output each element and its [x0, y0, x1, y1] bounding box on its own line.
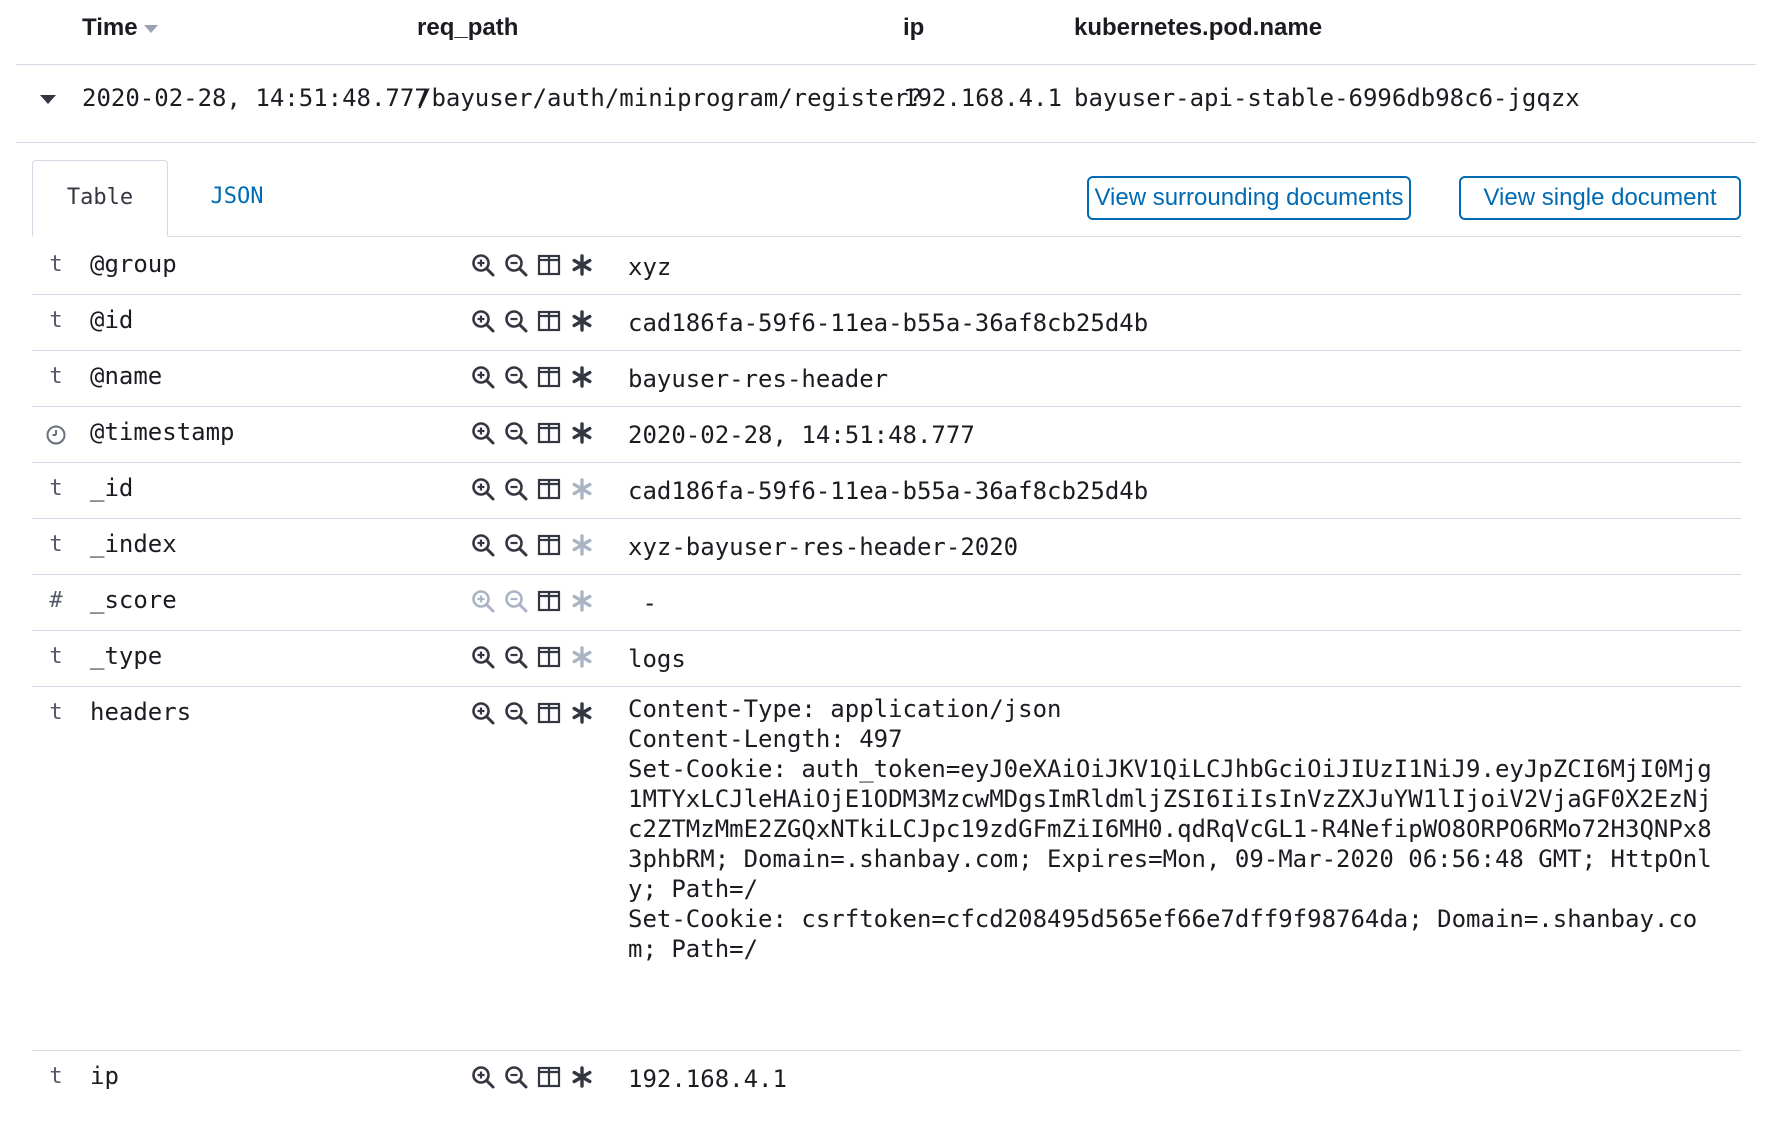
- field-name: _index: [90, 530, 177, 558]
- column-header-req-path: req_path: [417, 14, 519, 41]
- string-type-icon: t: [49, 364, 63, 389]
- tab-json[interactable]: JSON: [182, 160, 292, 236]
- doc-table-header: Time req_path ip kubernetes.pod.name: [16, 0, 1756, 65]
- column-icon[interactable]: [536, 476, 562, 502]
- field-value: xyz-bayuser-res-header-2020: [628, 533, 1019, 561]
- string-type-icon: t: [49, 700, 63, 725]
- field-row: t headers Content-Type: application/json C…: [32, 686, 1741, 1051]
- doc-summary-row[interactable]: 2020-02-28, 14:51:48.777 /bayuser/auth/m…: [16, 64, 1756, 143]
- column-header-ip: ip: [903, 14, 925, 41]
- magnify-plus-icon[interactable]: [470, 364, 496, 390]
- field-value: bayuser-res-header: [628, 365, 889, 393]
- column-icon[interactable]: [536, 588, 562, 614]
- magnify-minus-icon[interactable]: [503, 476, 529, 502]
- summary-req-path: /bayuser/auth/miniprogram/register?: [417, 84, 923, 112]
- field-name: @id: [90, 306, 134, 334]
- column-icon[interactable]: [536, 308, 562, 334]
- field-value: 2020-02-28, 14:51:48.777: [628, 421, 975, 449]
- magnify-minus-icon[interactable]: [503, 420, 529, 446]
- asterisk-icon: [569, 476, 595, 502]
- column-icon[interactable]: [536, 532, 562, 558]
- magnify-plus-icon[interactable]: [470, 644, 496, 670]
- column-header-time[interactable]: Time: [82, 14, 158, 42]
- field-row: t @id cad186fa-59f6-11ea-b55a-36af8cb25d4b: [32, 294, 1741, 351]
- number-type-icon: #: [49, 588, 63, 613]
- magnify-minus-icon[interactable]: [503, 308, 529, 334]
- field-row: # _score -: [32, 574, 1741, 631]
- column-icon[interactable]: [536, 700, 562, 726]
- magnify-minus-icon[interactable]: [503, 1064, 529, 1090]
- magnify-plus-icon[interactable]: [470, 700, 496, 726]
- asterisk-icon[interactable]: [569, 420, 595, 446]
- column-icon[interactable]: [536, 420, 562, 446]
- field-name: @group: [90, 250, 177, 278]
- column-icon[interactable]: [536, 1064, 562, 1090]
- field-row: t _id cad186fa-59f6-11ea-b55a-36af8cb25d4b: [32, 462, 1741, 519]
- asterisk-icon[interactable]: [569, 1064, 595, 1090]
- view-single-document-button[interactable]: View single document: [1459, 176, 1741, 220]
- clock-icon: [44, 420, 68, 446]
- field-value: cad186fa-59f6-11ea-b55a-36af8cb25d4b: [628, 309, 1149, 337]
- magnify-minus-icon[interactable]: [503, 252, 529, 278]
- magnify-plus-icon[interactable]: [470, 252, 496, 278]
- string-type-icon: t: [49, 644, 63, 669]
- string-type-icon: t: [49, 1064, 63, 1089]
- summary-ip: 192.168.4.1: [903, 84, 1062, 112]
- column-header-pod-name: kubernetes.pod.name: [1074, 14, 1323, 41]
- field-value: 192.168.4.1: [628, 1065, 787, 1093]
- summary-time: 2020-02-28, 14:51:48.777: [82, 84, 429, 112]
- string-type-icon: t: [49, 308, 63, 333]
- string-type-icon: t: [49, 476, 63, 501]
- field-value: cad186fa-59f6-11ea-b55a-36af8cb25d4b: [628, 477, 1149, 505]
- magnify-minus-icon[interactable]: [503, 532, 529, 558]
- column-icon[interactable]: [536, 644, 562, 670]
- asterisk-icon[interactable]: [569, 308, 595, 334]
- magnify-plus-icon[interactable]: [470, 420, 496, 446]
- field-row: t @name bayuser-res-header: [32, 350, 1741, 407]
- magnify-minus-icon[interactable]: [503, 364, 529, 390]
- field-name: headers: [90, 698, 192, 726]
- magnify-plus-icon[interactable]: [470, 532, 496, 558]
- field-row: t _index xyz-bayuser-res-header-2020: [32, 518, 1741, 575]
- field-name: @name: [90, 362, 163, 390]
- field-row: @timestamp 2020-02-28, 14:51:48.777: [32, 406, 1741, 463]
- field-name: _type: [90, 642, 163, 670]
- field-value: -: [628, 589, 657, 617]
- column-header-time-label: Time: [82, 14, 138, 41]
- field-value: logs: [628, 645, 686, 673]
- column-icon[interactable]: [536, 364, 562, 390]
- magnify-plus-icon[interactable]: [470, 476, 496, 502]
- field-name: _score: [90, 586, 177, 614]
- field-name: @timestamp: [90, 418, 235, 446]
- asterisk-icon[interactable]: [569, 700, 595, 726]
- field-name: ip: [90, 1062, 119, 1090]
- magnify-plus-icon[interactable]: [470, 308, 496, 334]
- asterisk-icon[interactable]: [569, 364, 595, 390]
- sort-caret-icon[interactable]: [143, 24, 158, 33]
- field-row: t _type logs: [32, 630, 1741, 687]
- collapse-caret-icon[interactable]: [40, 95, 56, 104]
- magnify-minus-icon: [503, 588, 529, 614]
- string-type-icon: t: [49, 532, 63, 557]
- asterisk-icon: [569, 588, 595, 614]
- asterisk-icon: [569, 644, 595, 670]
- magnify-plus-icon[interactable]: [470, 1064, 496, 1090]
- field-row: t @group xyz: [32, 238, 1741, 295]
- tab-table[interactable]: Table: [32, 160, 168, 237]
- magnify-minus-icon[interactable]: [503, 644, 529, 670]
- magnify-minus-icon[interactable]: [503, 700, 529, 726]
- asterisk-icon[interactable]: [569, 252, 595, 278]
- field-value: xyz: [628, 253, 672, 281]
- column-icon[interactable]: [536, 252, 562, 278]
- view-surrounding-documents-button[interactable]: View surrounding documents: [1087, 176, 1411, 220]
- summary-pod-name: bayuser-api-stable-6996db98c6-jgqzx: [1074, 84, 1580, 112]
- field-value: Content-Type: application/json Content-L…: [628, 695, 1712, 963]
- string-type-icon: t: [49, 252, 63, 277]
- field-row: t ip 192.168.4.1: [32, 1050, 1741, 1106]
- magnify-plus-icon: [470, 588, 496, 614]
- asterisk-icon: [569, 532, 595, 558]
- field-name: _id: [90, 474, 134, 502]
